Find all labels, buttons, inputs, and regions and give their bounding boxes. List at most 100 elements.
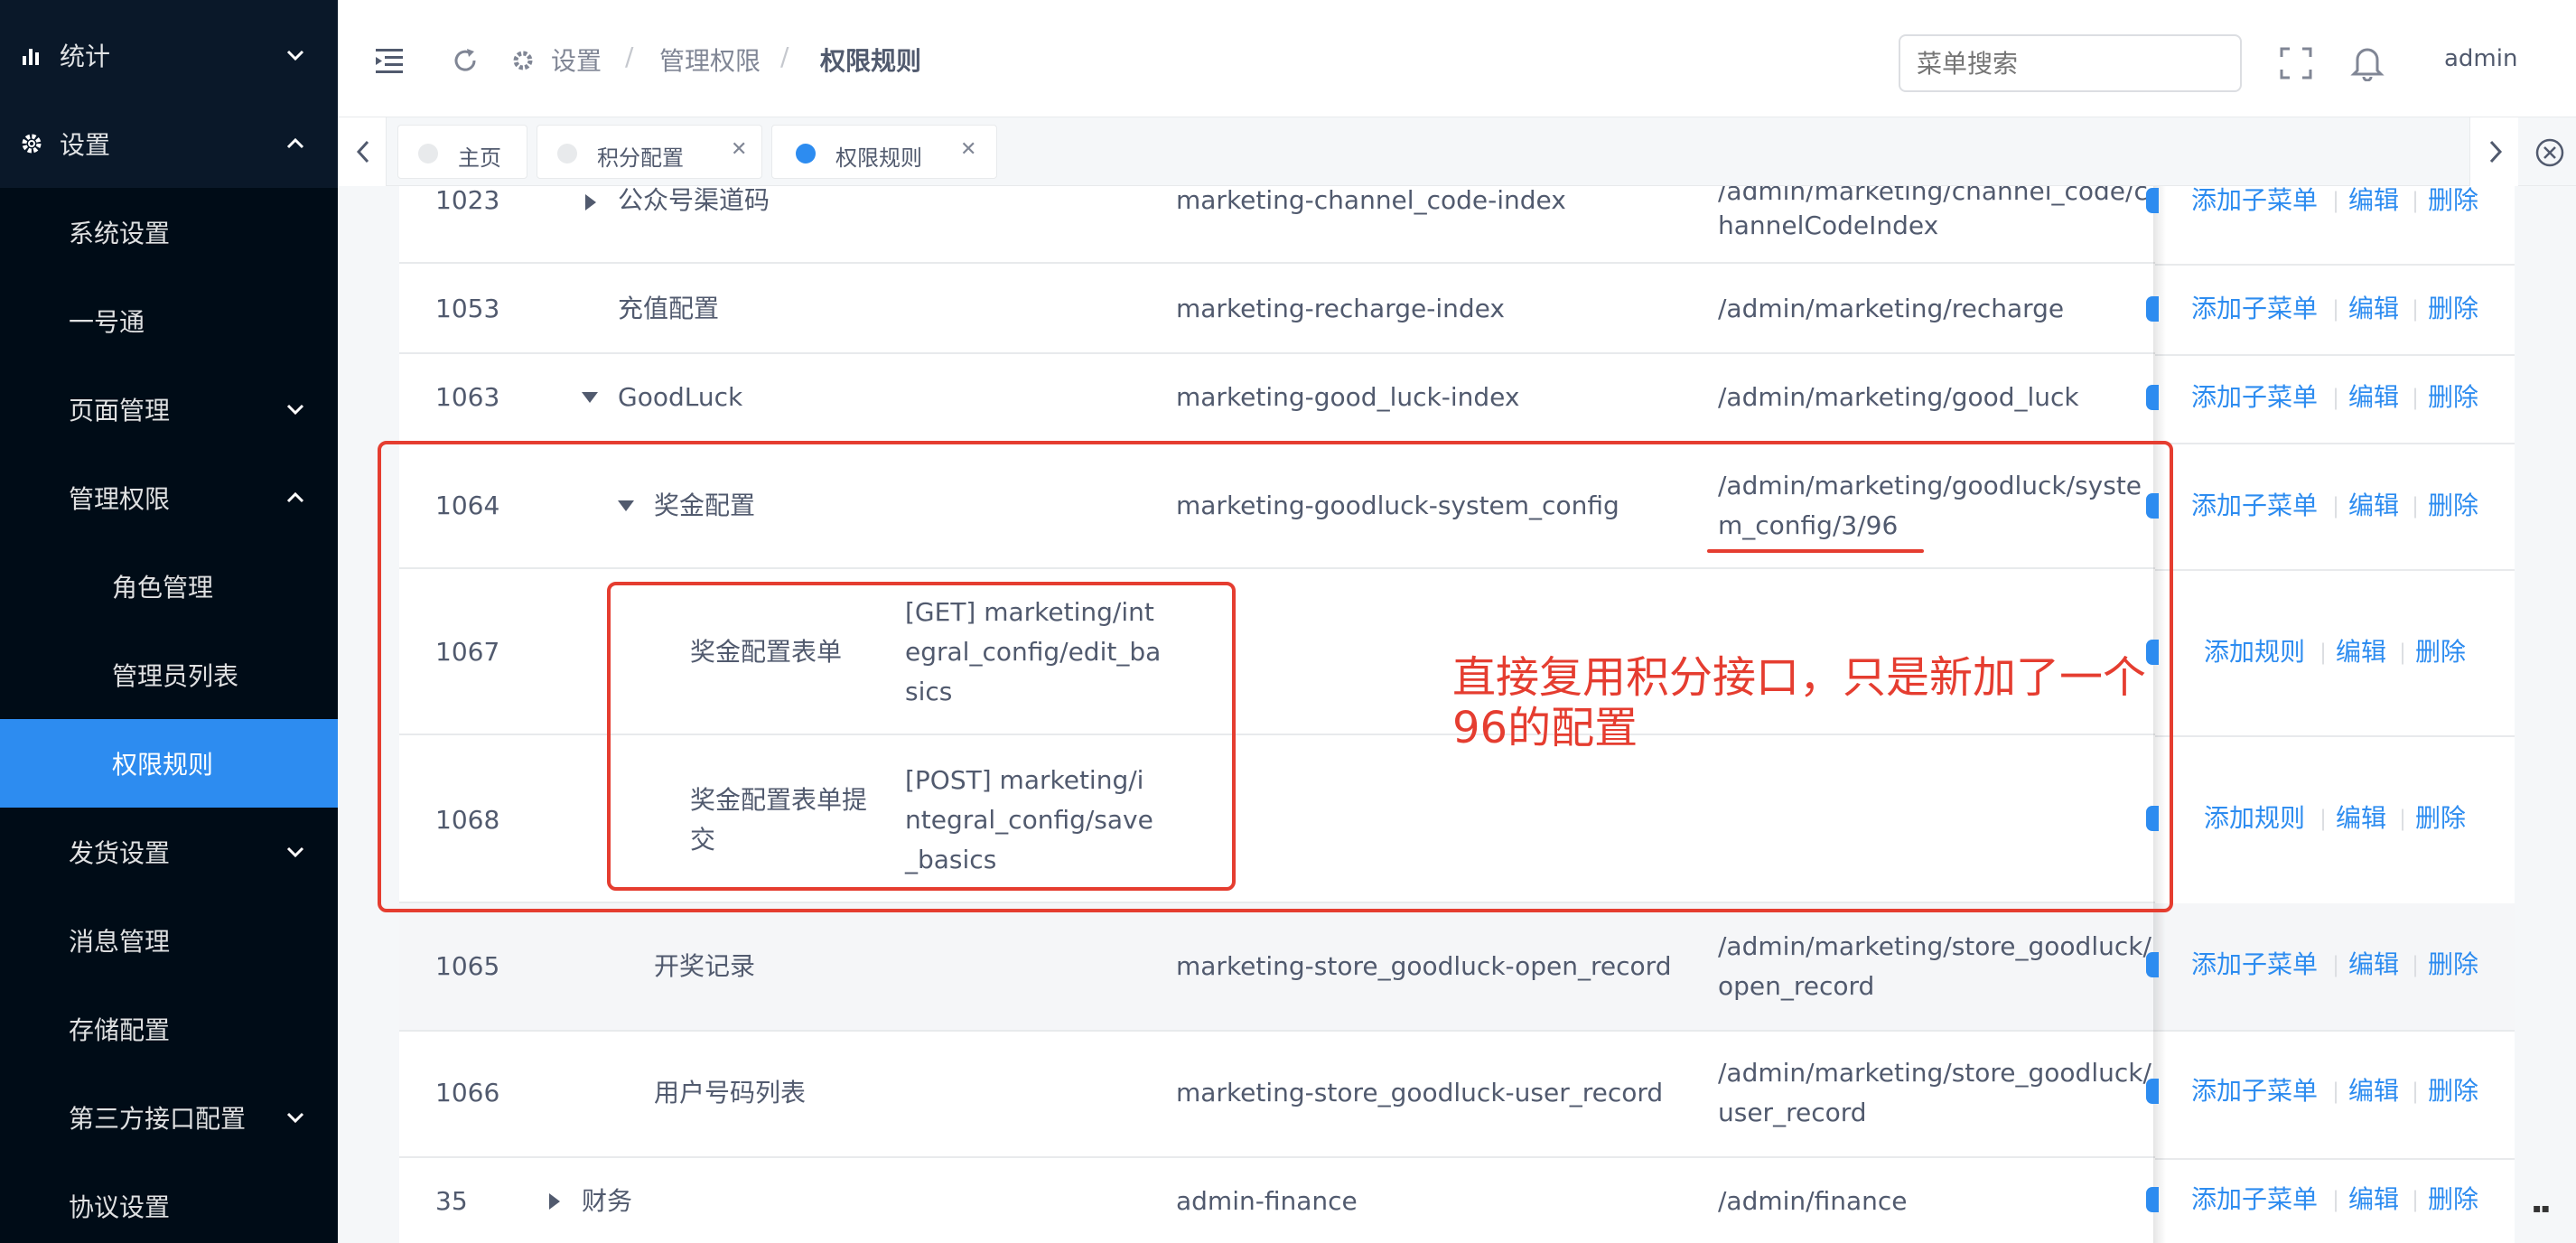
action-separator: | — [2319, 806, 2328, 831]
edit-button[interactable]: 编辑 — [2336, 632, 2386, 672]
tab-points-config[interactable]: 积分配置 ✕ — [537, 125, 762, 179]
cell-code: marketing-good_luck-index — [1176, 382, 1520, 412]
delete-button[interactable]: 删除 — [2428, 1071, 2478, 1111]
tab-status-dot — [796, 144, 816, 164]
sidebar-item-system-settings[interactable]: 系统设置 — [0, 188, 338, 276]
add-submenu-button[interactable]: 添加子菜单 — [2191, 1071, 2318, 1111]
add-submenu-button[interactable]: 添加子菜单 — [2191, 181, 2318, 220]
tab-status-dot — [418, 144, 438, 164]
close-all-icon[interactable] — [2534, 137, 2565, 168]
tab-permission-rules[interactable]: 权限规则 ✕ — [771, 125, 997, 179]
action-separator: | — [2332, 1079, 2340, 1104]
close-icon[interactable]: ✕ — [960, 138, 976, 161]
status-indicator — [2146, 188, 2159, 213]
sidebar-item-page-management[interactable]: 页面管理 — [0, 365, 338, 453]
action-separator: | — [2332, 1187, 2340, 1212]
menu-collapse-icon[interactable] — [376, 47, 405, 74]
delete-button[interactable]: 删除 — [2428, 181, 2478, 220]
action-separator: | — [2412, 952, 2420, 977]
chevron-right-icon — [2489, 140, 2503, 164]
cell-name: 用户号码列表 — [654, 1078, 807, 1107]
sidebar-item-label: 第三方接口配置 — [69, 1104, 247, 1134]
tab-status-dot — [557, 144, 577, 164]
add-submenu-button[interactable]: 添加子菜单 — [2191, 289, 2318, 329]
cell-path-cont: user_record — [1718, 1098, 1867, 1127]
action-separator: | — [2399, 640, 2407, 665]
breadcrumb-current: 权限规则 — [820, 46, 922, 76]
add-submenu-button[interactable]: 添加子菜单 — [2191, 378, 2318, 417]
sidebar-item-label: 权限规则 — [112, 750, 214, 780]
expand-arrow-icon[interactable] — [549, 1193, 560, 1210]
delete-button[interactable]: 删除 — [2415, 799, 2466, 838]
collapse-arrow-icon[interactable] — [582, 392, 598, 403]
delete-button[interactable]: 删除 — [2428, 1180, 2478, 1220]
tab-label: 主页 — [458, 145, 501, 171]
breadcrumb-separator: / — [625, 42, 634, 71]
sidebar-item-permission-rules[interactable]: 权限规则 — [0, 719, 338, 808]
edit-button[interactable]: 编辑 — [2336, 799, 2386, 838]
close-icon[interactable]: ✕ — [731, 138, 747, 161]
tab-home[interactable]: 主页 — [397, 125, 527, 179]
fullscreen-icon[interactable] — [2280, 47, 2312, 79]
edit-button[interactable]: 编辑 — [2348, 1071, 2399, 1111]
cell-path: /admin/marketing/recharge — [1718, 294, 2065, 323]
edit-button[interactable]: 编辑 — [2348, 945, 2399, 985]
action-separator: | — [2412, 1079, 2420, 1104]
refresh-icon[interactable] — [452, 47, 479, 74]
tabs-scroll-left[interactable] — [338, 117, 387, 186]
delete-button[interactable]: 删除 — [2415, 632, 2466, 672]
status-indicator — [2146, 385, 2159, 410]
bell-icon[interactable] — [2350, 43, 2385, 81]
sidebar-item-storage-config[interactable]: 存储配置 — [0, 985, 338, 1073]
menu-search-input[interactable] — [1899, 34, 2242, 92]
edit-button[interactable]: 编辑 — [2348, 181, 2399, 220]
add-rule-button[interactable]: 添加规则 — [2204, 799, 2305, 838]
chevron-down-icon — [286, 50, 304, 61]
edit-button[interactable]: 编辑 — [2348, 378, 2399, 417]
breadcrumb-item[interactable]: 设置 — [551, 42, 602, 78]
cell-path: /admin/marketing/good_luck — [1718, 382, 2079, 412]
chevron-up-icon — [286, 137, 304, 149]
breadcrumb-item[interactable]: 管理权限 — [659, 42, 761, 78]
bar-chart-icon — [23, 49, 39, 65]
action-separator: | — [2332, 385, 2340, 410]
action-separator: | — [2332, 188, 2340, 213]
sidebar-item-shipping-settings[interactable]: 发货设置 — [0, 808, 338, 896]
edit-button[interactable]: 编辑 — [2348, 289, 2399, 329]
cell-id: 1065 — [435, 951, 500, 981]
action-separator: | — [2412, 188, 2420, 213]
edit-button[interactable]: 编辑 — [2348, 1180, 2399, 1220]
add-rule-button[interactable]: 添加规则 — [2204, 632, 2305, 672]
sidebar-item-permission-management[interactable]: 管理权限 — [0, 453, 338, 542]
gear-icon — [513, 51, 533, 70]
delete-button[interactable]: 删除 — [2428, 945, 2478, 985]
cell-code: marketing-channel_code-index — [1176, 186, 1566, 215]
add-submenu-button[interactable]: 添加子菜单 — [2191, 1180, 2318, 1220]
sidebar-item-role-management[interactable]: 角色管理 — [0, 542, 338, 631]
sidebar-item-agreement-settings[interactable]: 协议设置 — [0, 1162, 338, 1243]
add-submenu-button[interactable]: 添加子菜单 — [2191, 486, 2318, 526]
sidebar-item-label: 系统设置 — [69, 219, 171, 248]
sidebar-item-label: 消息管理 — [69, 927, 171, 957]
tabs-bar: 主页 积分配置 ✕ 权限规则 ✕ — [338, 117, 2576, 186]
sidebar-item-admin-list[interactable]: 管理员列表 — [0, 631, 338, 719]
add-submenu-button[interactable]: 添加子菜单 — [2191, 945, 2318, 985]
sidebar-item-message-management[interactable]: 消息管理 — [0, 896, 338, 985]
edit-button[interactable]: 编辑 — [2348, 486, 2399, 526]
delete-button[interactable]: 删除 — [2428, 289, 2478, 329]
delete-button[interactable]: 删除 — [2428, 486, 2478, 526]
delete-button[interactable]: 删除 — [2428, 378, 2478, 417]
tabs-scroll-right[interactable] — [2469, 117, 2518, 186]
sidebar-item-yihaotong[interactable]: 一号通 — [0, 276, 338, 365]
status-indicator — [2146, 1079, 2159, 1104]
sidebar-item-statistics[interactable]: 统计 — [0, 11, 338, 99]
tab-label: 积分配置 — [597, 145, 684, 171]
sidebar: 统计 设置 系统设置 一号通 页面管理 管理权限 角色管理 管理员列表 权限规则… — [0, 0, 338, 1243]
sidebar-item-settings[interactable]: 设置 — [0, 99, 338, 188]
action-separator: | — [2332, 952, 2340, 977]
sidebar-item-label: 页面管理 — [69, 396, 171, 425]
expand-arrow-icon[interactable] — [585, 194, 596, 210]
user-name[interactable]: admin — [2444, 45, 2517, 72]
cell-id: 1053 — [435, 294, 500, 323]
sidebar-item-third-party-api[interactable]: 第三方接口配置 — [0, 1073, 338, 1162]
